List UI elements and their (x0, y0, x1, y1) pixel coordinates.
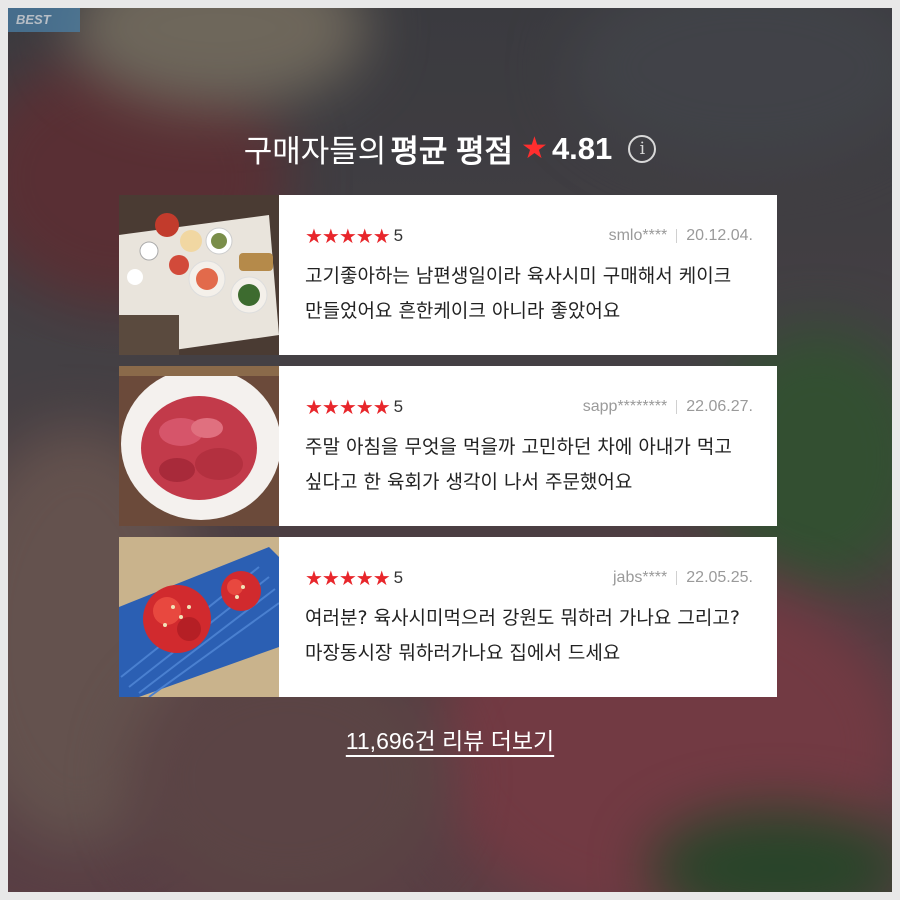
review-user: jabs**** (613, 569, 668, 586)
review-rating: 5 (393, 397, 404, 416)
review-card[interactable]: ★★★★★ 5 sapp******** 22.06.27. 주말 아침을 무엇… (119, 366, 777, 526)
review-rating: 5 (393, 226, 404, 245)
review-text: 주말 아침을 무엇을 먹을까 고민하던 차에 아내가 먹고 싶다고 한 육회가 … (305, 436, 732, 493)
heading-bold: 평균 평점 (390, 134, 514, 169)
review-date: 22.06.27. (686, 398, 753, 415)
review-text: 여러분? 육사시미먹으러 강원도 뭐하러 가나요 그리고? 마장동시장 뭐하러가… (305, 607, 740, 664)
review-date: 20.12.04. (686, 227, 753, 244)
meta-divider (676, 571, 678, 585)
meta-divider (676, 229, 678, 243)
review-date: 22.05.25. (686, 569, 753, 586)
review-stars: ★★★★★ (305, 224, 391, 248)
frame: BEST 구매자들의 평균 평점 ★ 4.81 i ★★★★★ 5 smlo**… (0, 0, 900, 900)
review-user: smlo**** (608, 227, 668, 244)
review-stars: ★★★★★ (305, 566, 391, 590)
review-text: 고기좋아하는 남편생일이라 육사시미 구매해서 케이크 만들었어요 흔한케이크 … (305, 265, 732, 322)
review-card[interactable]: ★★★★★ 5 jabs**** 22.05.25. 여러분? 육사시미먹으러 … (119, 537, 777, 697)
review-card[interactable]: ★★★★★ 5 smlo**** 20.12.04. 고기좋아하는 남편생일이라… (119, 195, 777, 355)
review-rating: 5 (393, 568, 404, 587)
star-icon: ★ (521, 132, 548, 165)
info-circle-icon[interactable]: i (628, 134, 657, 163)
more-reviews-link[interactable]: 11,696건 리뷰 더보기 (346, 728, 554, 754)
review-stars: ★★★★★ (305, 395, 391, 419)
review-user: sapp******** (582, 398, 668, 415)
meta-divider (676, 400, 678, 414)
yukhoe-plate-photo (119, 537, 279, 697)
raw-beef-bowl-photo (119, 366, 279, 526)
heading-prefix: 구매자들의 (243, 134, 387, 169)
party-table-photo (119, 195, 279, 355)
best-badge: BEST (8, 8, 80, 32)
rating-heading: 구매자들의 평균 평점 ★ 4.81 i (0, 126, 900, 171)
average-score: 4.81 (551, 130, 613, 166)
more-reviews: 11,696건 리뷰 더보기 (0, 722, 900, 756)
